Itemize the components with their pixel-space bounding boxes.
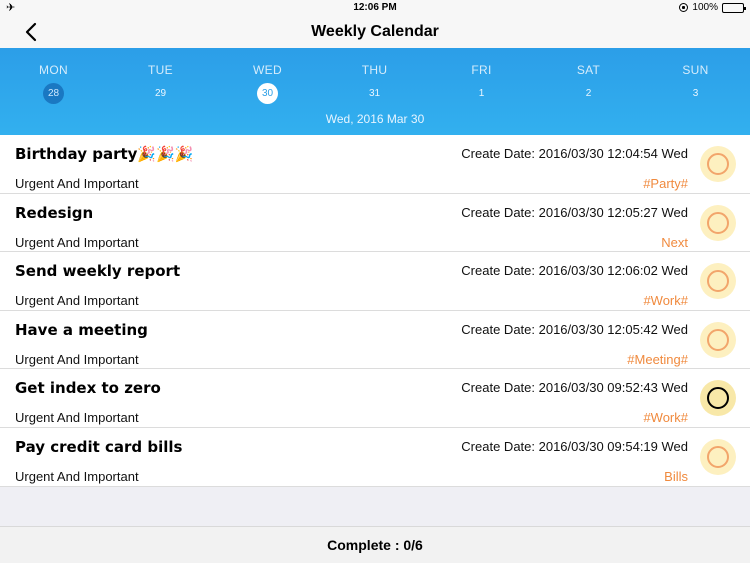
day-name: SAT xyxy=(576,63,601,77)
task-tag: #Work# xyxy=(643,293,688,309)
page-title: Weekly Calendar xyxy=(311,23,439,40)
day-name: WED xyxy=(253,63,282,77)
day-number: 28 xyxy=(43,83,64,104)
status-time: 12:06 PM xyxy=(353,2,397,13)
task-row[interactable]: Redesign Urgent And Important Create Dat… xyxy=(0,193,750,253)
task-row[interactable]: Pay credit card bills Urgent And Importa… xyxy=(0,427,750,487)
selected-date: Wed, 2016 Mar 30 xyxy=(325,112,425,126)
complete-toggle-icon[interactable] xyxy=(700,438,736,475)
day-thu[interactable]: THU 31 xyxy=(321,63,428,104)
day-number: 31 xyxy=(368,88,381,99)
day-tue[interactable]: TUE 29 xyxy=(107,63,214,104)
task-priority: Urgent And Important xyxy=(15,468,139,484)
day-sat[interactable]: SAT 2 xyxy=(535,63,642,104)
task-row[interactable]: Send weekly report Urgent And Important … xyxy=(0,252,750,311)
task-tag: #Work# xyxy=(643,410,688,426)
task-title: Have a meeting xyxy=(15,320,148,339)
day-name: FRI xyxy=(471,63,492,77)
task-create-date: Create Date: 2016/03/30 12:05:42 Wed xyxy=(461,321,688,337)
task-create-date: Create Date: 2016/03/30 12:04:54 Wed xyxy=(461,146,688,161)
week-header: MON 28 TUE 29 WED 30 THU 31 FRI 1 SAT 2 … xyxy=(0,48,750,135)
day-sun[interactable]: SUN 3 xyxy=(642,63,749,104)
complete-toggle-icon[interactable] xyxy=(700,321,736,358)
task-priority: Urgent And Important xyxy=(15,176,139,191)
task-title: Send weekly report xyxy=(15,262,181,281)
day-number: 29 xyxy=(154,88,167,99)
task-title: Redesign xyxy=(15,203,94,222)
complete-toggle-icon[interactable] xyxy=(700,146,736,182)
task-create-date: Create Date: 2016/03/30 09:54:19 Wed xyxy=(461,438,688,454)
task-tag: #Party# xyxy=(643,176,688,191)
task-tag: Next xyxy=(661,234,688,250)
task-row[interactable]: Have a meeting Urgent And Important Crea… xyxy=(0,310,750,370)
day-name: THU xyxy=(361,63,388,77)
task-priority: Urgent And Important xyxy=(15,410,139,426)
task-title: Pay credit card bills xyxy=(15,437,183,456)
task-tag: Bills xyxy=(664,468,688,484)
day-number: 1 xyxy=(478,88,485,99)
status-right: 100% xyxy=(679,2,746,13)
task-create-date: Create Date: 2016/03/30 12:06:02 Wed xyxy=(461,263,688,279)
task-title: Get index to zero xyxy=(15,379,161,398)
week-days: MON 28 TUE 29 WED 30 THU 31 FRI 1 SAT 2 … xyxy=(0,63,750,104)
day-name: TUE xyxy=(148,63,173,77)
complete-toggle-icon[interactable] xyxy=(700,263,736,300)
complete-count: Complete : 0/6 xyxy=(327,537,423,553)
complete-toggle-icon[interactable] xyxy=(700,380,736,417)
day-mon[interactable]: MON 28 xyxy=(0,63,107,104)
bottom-bar: Complete : 0/6 xyxy=(0,526,750,563)
rotation-lock-icon xyxy=(679,3,689,12)
task-row[interactable]: Get index to zero Urgent And Important C… xyxy=(0,369,750,428)
day-number: 3 xyxy=(692,88,699,99)
day-fri[interactable]: FRI 1 xyxy=(428,63,535,104)
battery-icon xyxy=(722,2,746,13)
battery-percent: 100% xyxy=(692,2,718,13)
task-priority: Urgent And Important xyxy=(15,293,139,309)
day-wed[interactable]: WED 30 xyxy=(214,63,321,104)
task-list: Birthday party🎉🎉🎉 Urgent And Important C… xyxy=(0,135,750,487)
task-create-date: Create Date: 2016/03/30 12:05:27 Wed xyxy=(461,204,688,220)
nav-bar: Weekly Calendar xyxy=(0,16,750,48)
task-priority: Urgent And Important xyxy=(15,234,139,250)
day-name: SUN xyxy=(682,63,709,77)
day-number: 30 xyxy=(257,83,278,104)
day-number: 2 xyxy=(585,88,592,99)
complete-toggle-icon[interactable] xyxy=(700,204,736,241)
task-create-date: Create Date: 2016/03/30 09:52:43 Wed xyxy=(461,380,688,396)
status-bar: ✈ 12:06 PM 100% xyxy=(0,0,750,16)
day-name: MON xyxy=(39,63,68,77)
task-title: Birthday party🎉🎉🎉 xyxy=(15,145,194,163)
task-priority: Urgent And Important xyxy=(15,351,139,367)
task-row[interactable]: Birthday party🎉🎉🎉 Urgent And Important C… xyxy=(0,135,750,194)
task-tag: #Meeting# xyxy=(627,351,688,367)
